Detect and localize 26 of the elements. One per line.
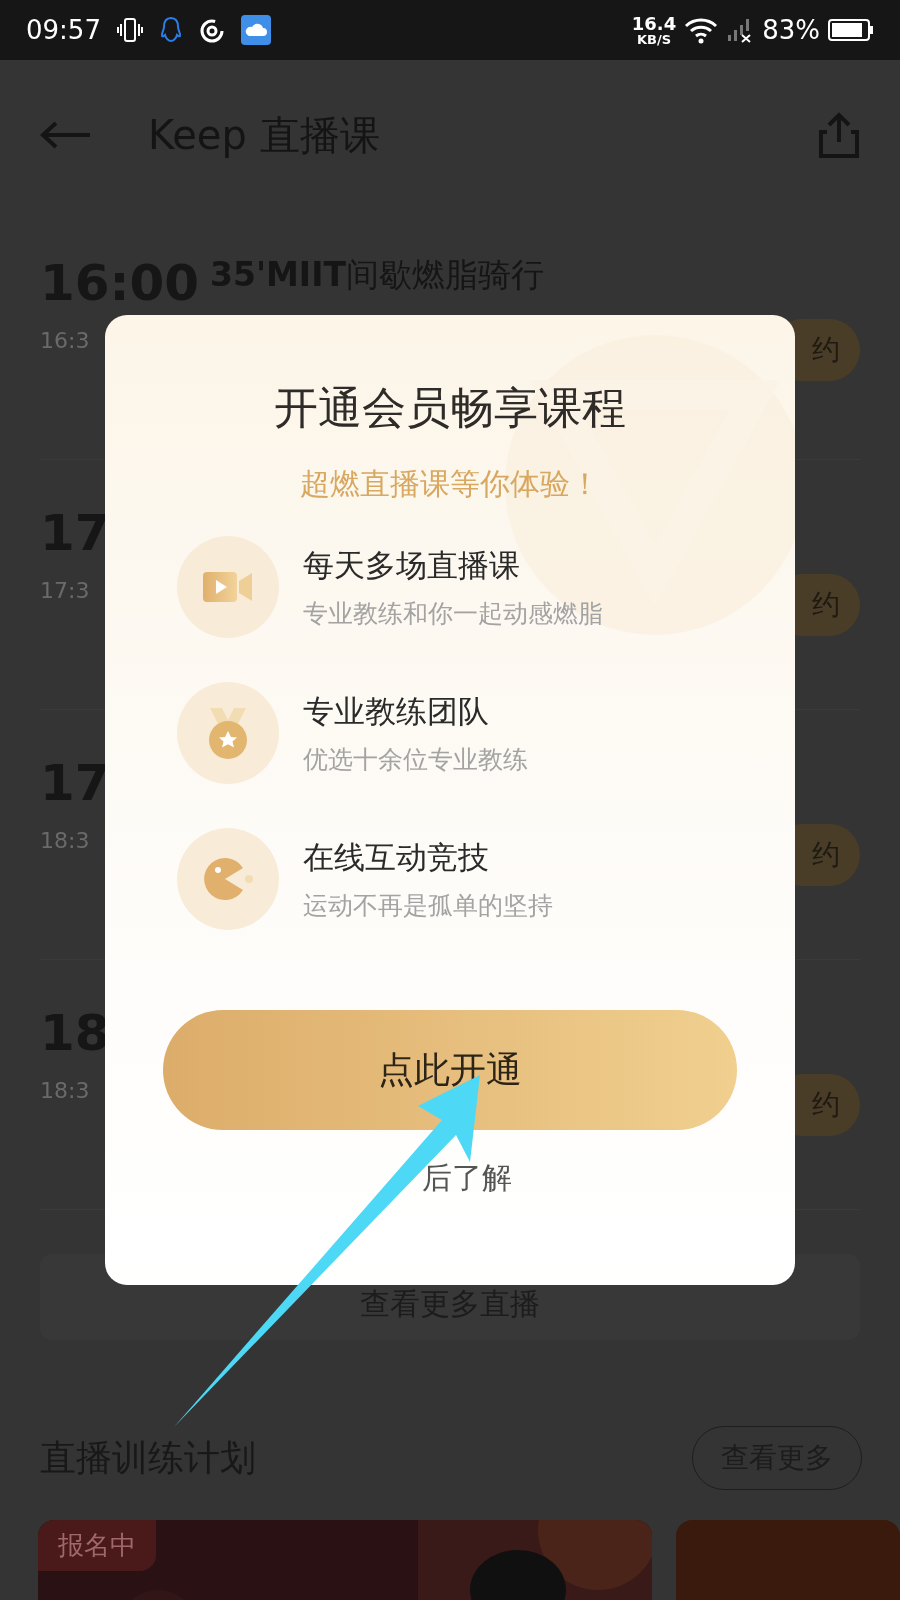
feature-description: 优选十余位专业教练 xyxy=(303,743,528,776)
later-button[interactable]: 后了解 xyxy=(382,1154,518,1201)
dialog-subtitle: 超燃直播课等你体验！ xyxy=(300,465,600,503)
video-camera-icon xyxy=(203,570,253,604)
battery-percent: 83% xyxy=(762,13,820,47)
dialog-title: 开通会员畅享课程 xyxy=(274,381,626,435)
swirl-icon xyxy=(198,17,225,43)
feature-title: 每天多场直播课 xyxy=(303,546,521,585)
wifi-icon xyxy=(684,16,719,44)
cloud-app-icon xyxy=(240,15,271,45)
share-icon[interactable] xyxy=(818,112,860,158)
feature-title: 专业教练团队 xyxy=(303,692,490,731)
vibrate-icon xyxy=(116,16,143,44)
feature-description: 运动不再是孤单的坚持 xyxy=(303,889,553,922)
status-badge: 报名中 xyxy=(38,1520,156,1571)
pacman-icon xyxy=(203,856,253,902)
battery-icon xyxy=(828,18,874,42)
feature-description: 专业教练和你一起动感燃脂 xyxy=(303,597,603,630)
clock-time: 09:57 xyxy=(26,13,101,47)
feature-title: 在线互动竞技 xyxy=(303,838,490,877)
penguin-icon xyxy=(158,16,183,44)
plan-card[interactable]: 报名中 xyxy=(38,1520,653,1600)
medal-icon xyxy=(206,706,250,760)
speed-value: 16.4 xyxy=(631,14,677,33)
speed-unit: KB/S xyxy=(636,32,672,46)
back-arrow-icon[interactable] xyxy=(40,120,92,150)
